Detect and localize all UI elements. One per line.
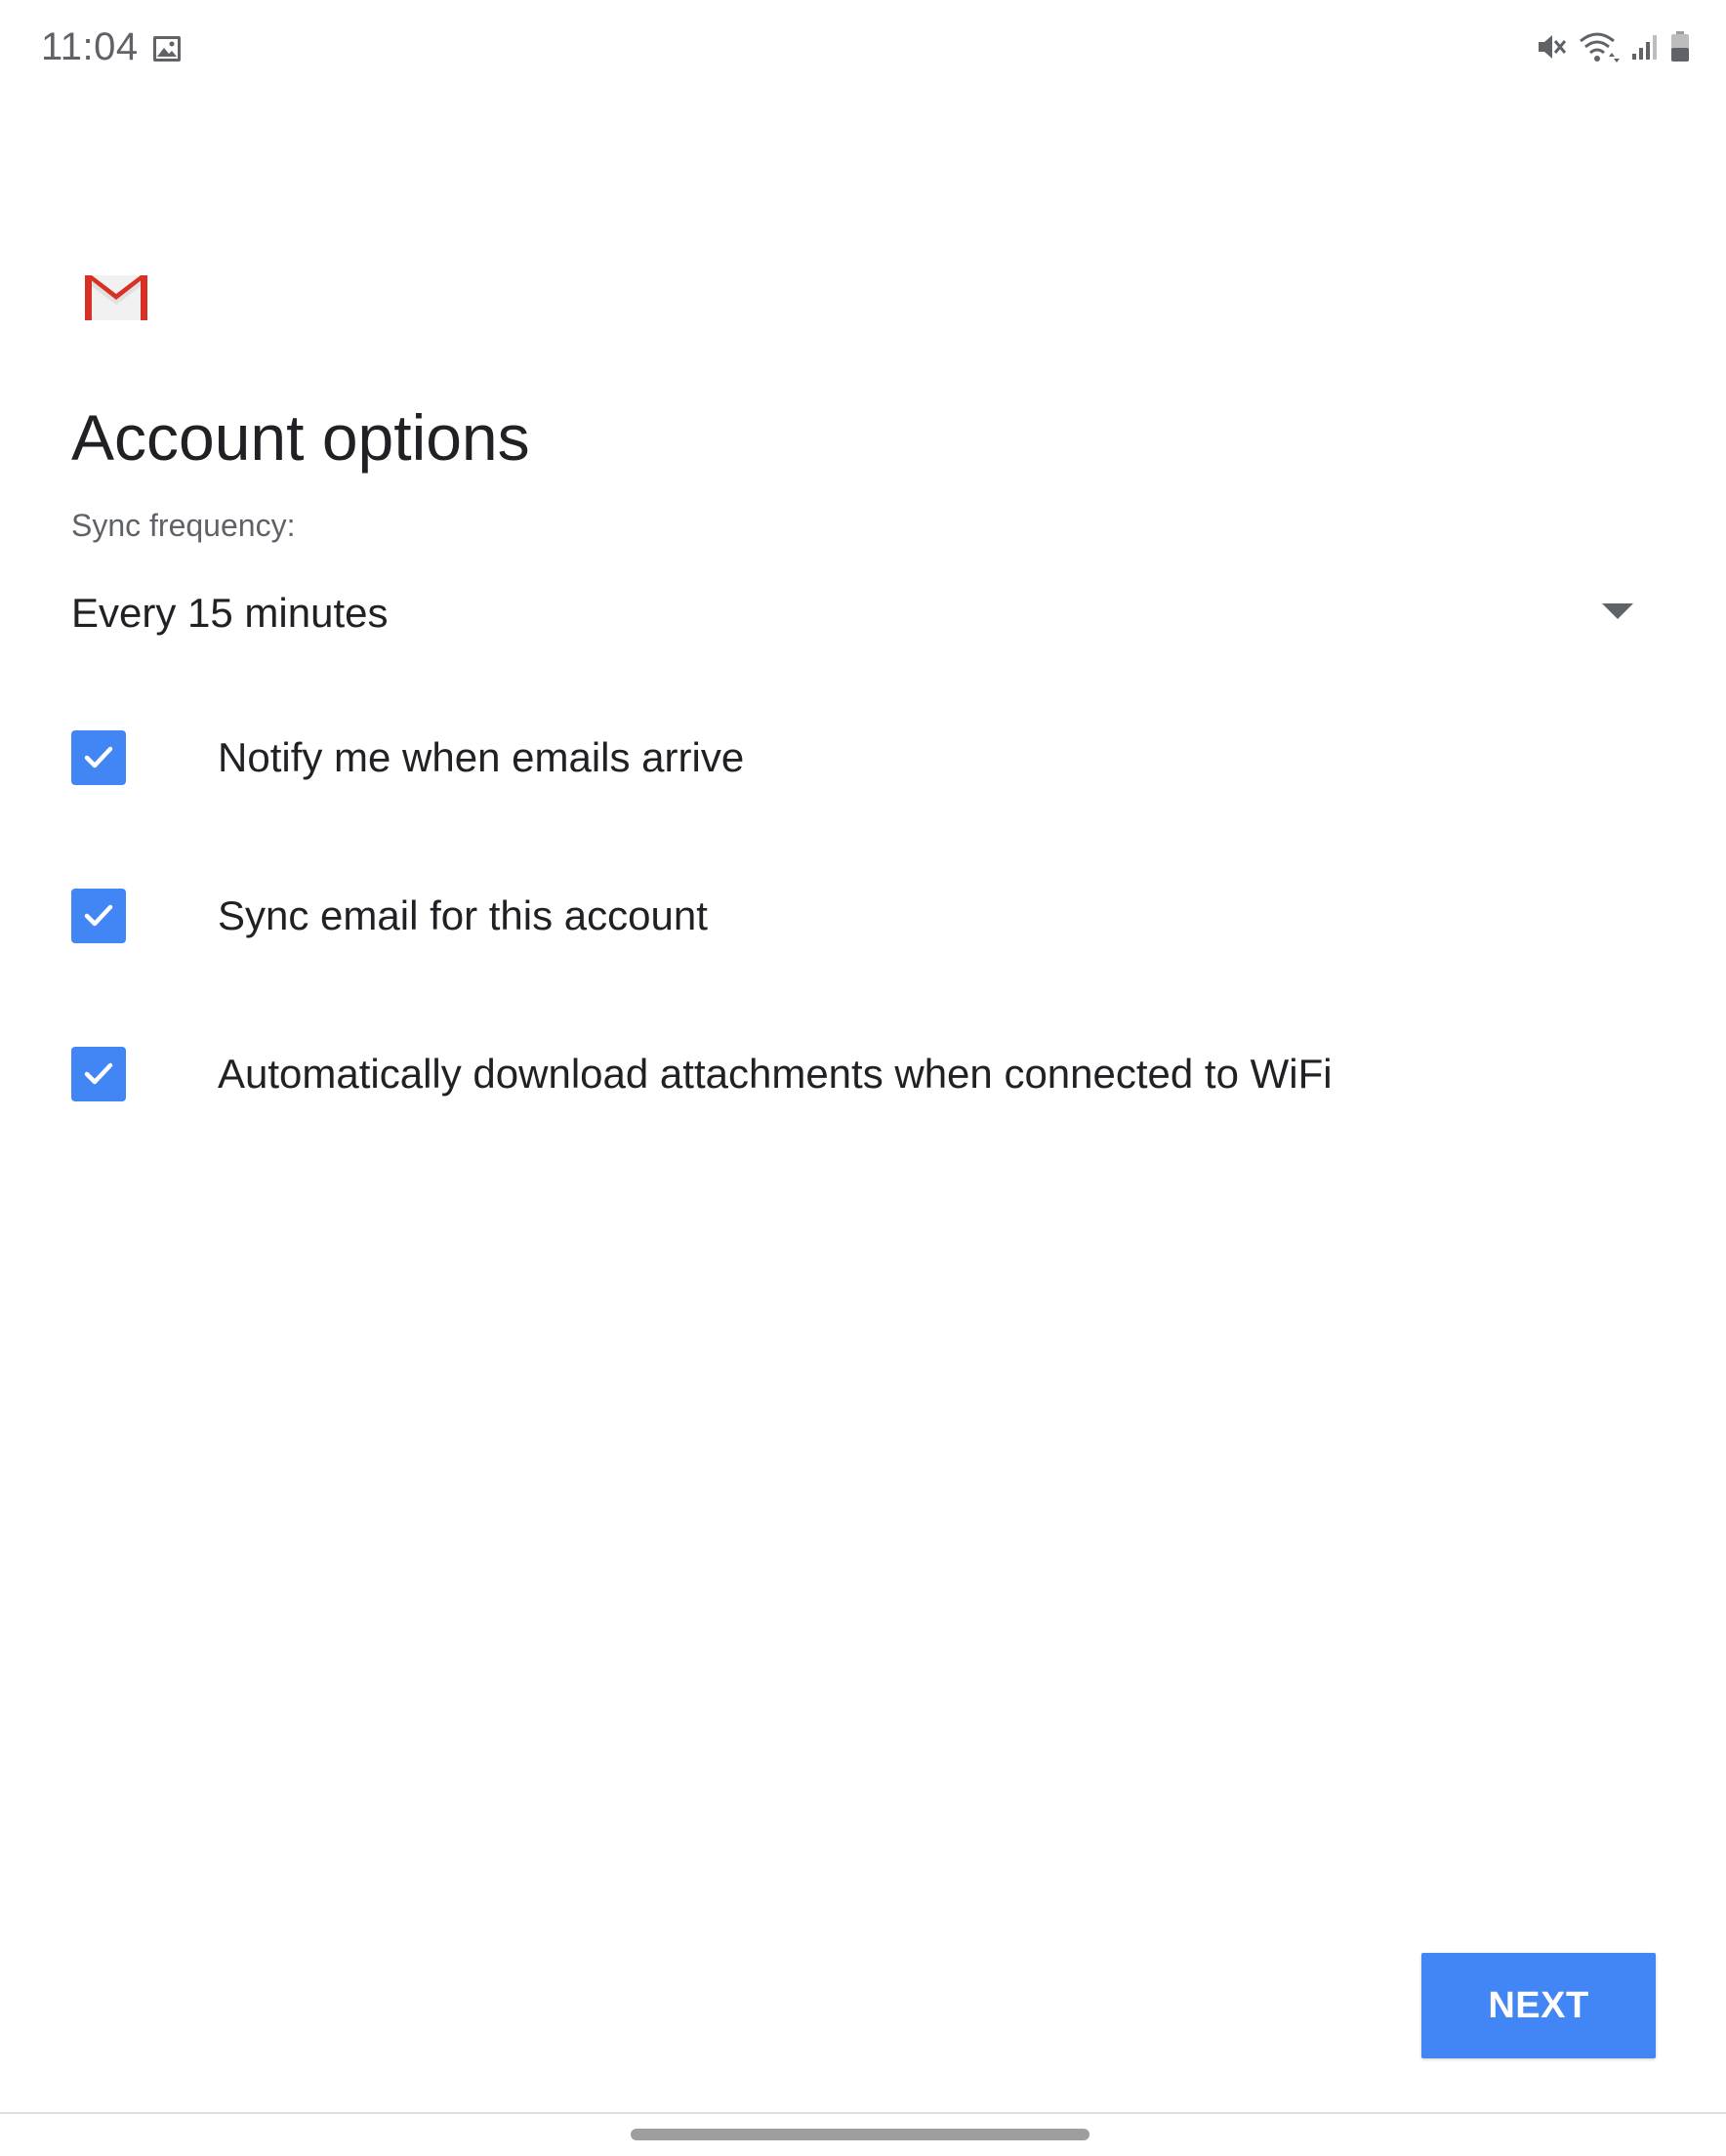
sync-frequency-dropdown[interactable]: Every 15 minutes (71, 576, 1633, 650)
checkbox-notify-emails[interactable] (71, 730, 126, 785)
next-button[interactable]: NEXT (1421, 1953, 1656, 2058)
checkmark-icon (84, 1062, 113, 1085)
option-sync-email[interactable]: Sync email for this account (71, 887, 708, 945)
checkmark-icon (84, 746, 113, 768)
page-title: Account options (71, 401, 530, 474)
status-icons (1535, 29, 1691, 64)
nav-divider (0, 2112, 1726, 2114)
gallery-icon (153, 36, 181, 62)
gmail-icon (85, 275, 147, 320)
option-auto-download[interactable]: Automatically download attachments when … (71, 1045, 1333, 1103)
checkmark-icon (84, 904, 113, 927)
checkbox-auto-download[interactable] (71, 1047, 126, 1101)
mute-icon (1539, 35, 1567, 59)
home-gesture-handle[interactable] (631, 2129, 1089, 2140)
signal-icon (1632, 35, 1657, 60)
option-label: Sync email for this account (218, 892, 708, 938)
account-options-screen: 11:04 Account options Sync frequency: Ev… (0, 0, 1726, 2156)
checkbox-sync-email[interactable] (71, 889, 126, 943)
option-notify-emails[interactable]: Notify me when emails arrive (71, 728, 744, 787)
dropdown-arrow-icon (1602, 603, 1633, 619)
option-label: Notify me when emails arrive (218, 734, 745, 780)
wifi-icon (1580, 32, 1620, 62)
sync-frequency-value: Every 15 minutes (71, 590, 389, 636)
sync-frequency-label: Sync frequency: (71, 508, 296, 543)
option-label: Automatically download attachments when … (218, 1051, 1333, 1097)
battery-icon (1671, 31, 1689, 62)
status-time: 11:04 (41, 25, 139, 68)
